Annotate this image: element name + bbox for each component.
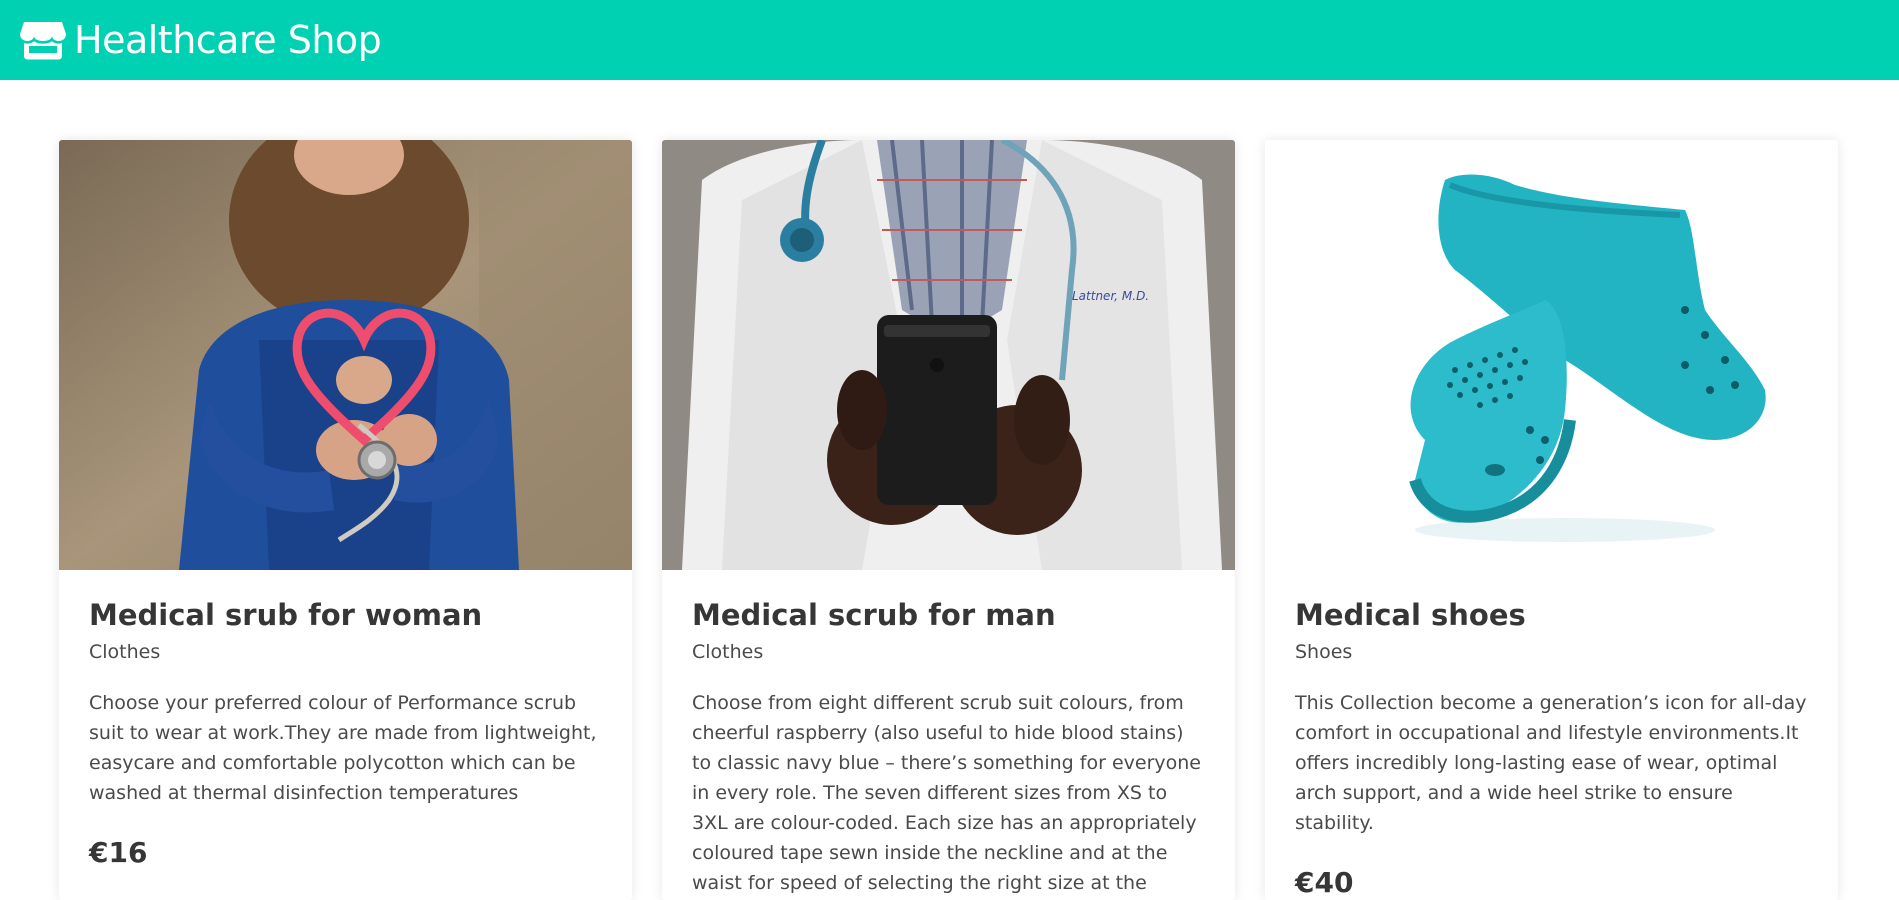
product-card[interactable]: Lattner, M.D. Medical scrub for man Clot… [662, 140, 1235, 900]
product-category: Clothes [89, 640, 161, 663]
product-card[interactable]: Medical shoes Shoes This Collection beco… [1265, 140, 1838, 900]
product-title: Medical srub for woman [89, 598, 483, 632]
brand-title: Healthcare Shop [74, 18, 382, 62]
product-description: This Collection become a generation’s ic… [1295, 691, 1807, 834]
product-image [1265, 140, 1838, 570]
product-image: Lattner, M.D. [662, 140, 1235, 570]
svg-text:Lattner, M.D.: Lattner, M.D. [1072, 289, 1149, 303]
product-title: Medical scrub for man [692, 598, 1056, 632]
brand-link[interactable]: Healthcare Shop [20, 18, 382, 62]
product-card[interactable]: Medical srub for woman Clothes Choose yo… [59, 140, 632, 900]
product-title: Medical shoes [1295, 598, 1526, 632]
product-description: Choose from eight different scrub suit c… [692, 691, 1201, 894]
top-navbar: Healthcare Shop [0, 0, 1899, 80]
product-category: Shoes [1295, 640, 1353, 663]
product-description: Choose your preferred colour of Performa… [89, 691, 597, 804]
product-image [59, 140, 632, 570]
store-icon [20, 20, 66, 60]
product-price: €16 [89, 835, 148, 869]
product-price: €40 [1295, 865, 1354, 899]
product-category: Clothes [692, 640, 764, 663]
